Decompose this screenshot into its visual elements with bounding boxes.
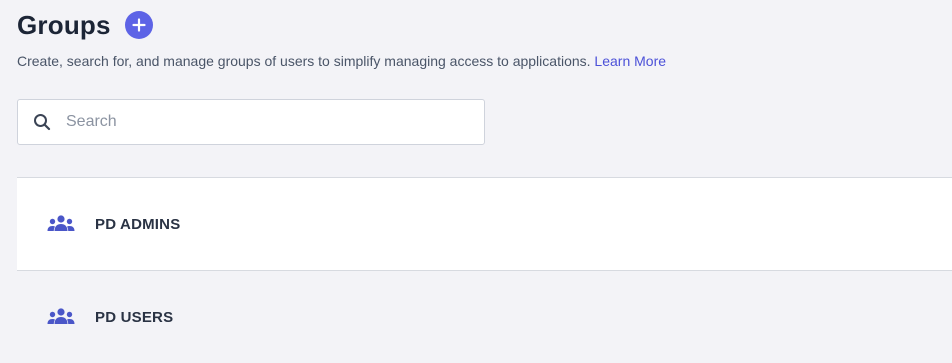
search-box (17, 99, 485, 145)
search-input[interactable] (64, 112, 468, 132)
plus-icon (132, 18, 146, 32)
users-icon (46, 307, 76, 327)
learn-more-link[interactable]: Learn More (594, 53, 666, 69)
group-name: PD ADMINS (95, 215, 181, 233)
search-icon (32, 112, 52, 132)
description-text: Create, search for, and manage groups of… (17, 53, 591, 69)
page-title: Groups (17, 10, 111, 40)
page-description: Create, search for, and manage groups of… (17, 53, 666, 69)
page-header: Groups (17, 9, 153, 41)
add-group-button[interactable] (124, 11, 153, 39)
groups-page: Groups Create, search for, and manage gr… (0, 0, 952, 363)
group-name: PD USERS (95, 308, 174, 326)
users-icon (46, 214, 76, 234)
group-row-pd-admins[interactable]: PD ADMINS (17, 177, 952, 270)
groups-list: PD ADMINS PD USERS (17, 177, 952, 363)
group-row-pd-users[interactable]: PD USERS (17, 270, 952, 363)
